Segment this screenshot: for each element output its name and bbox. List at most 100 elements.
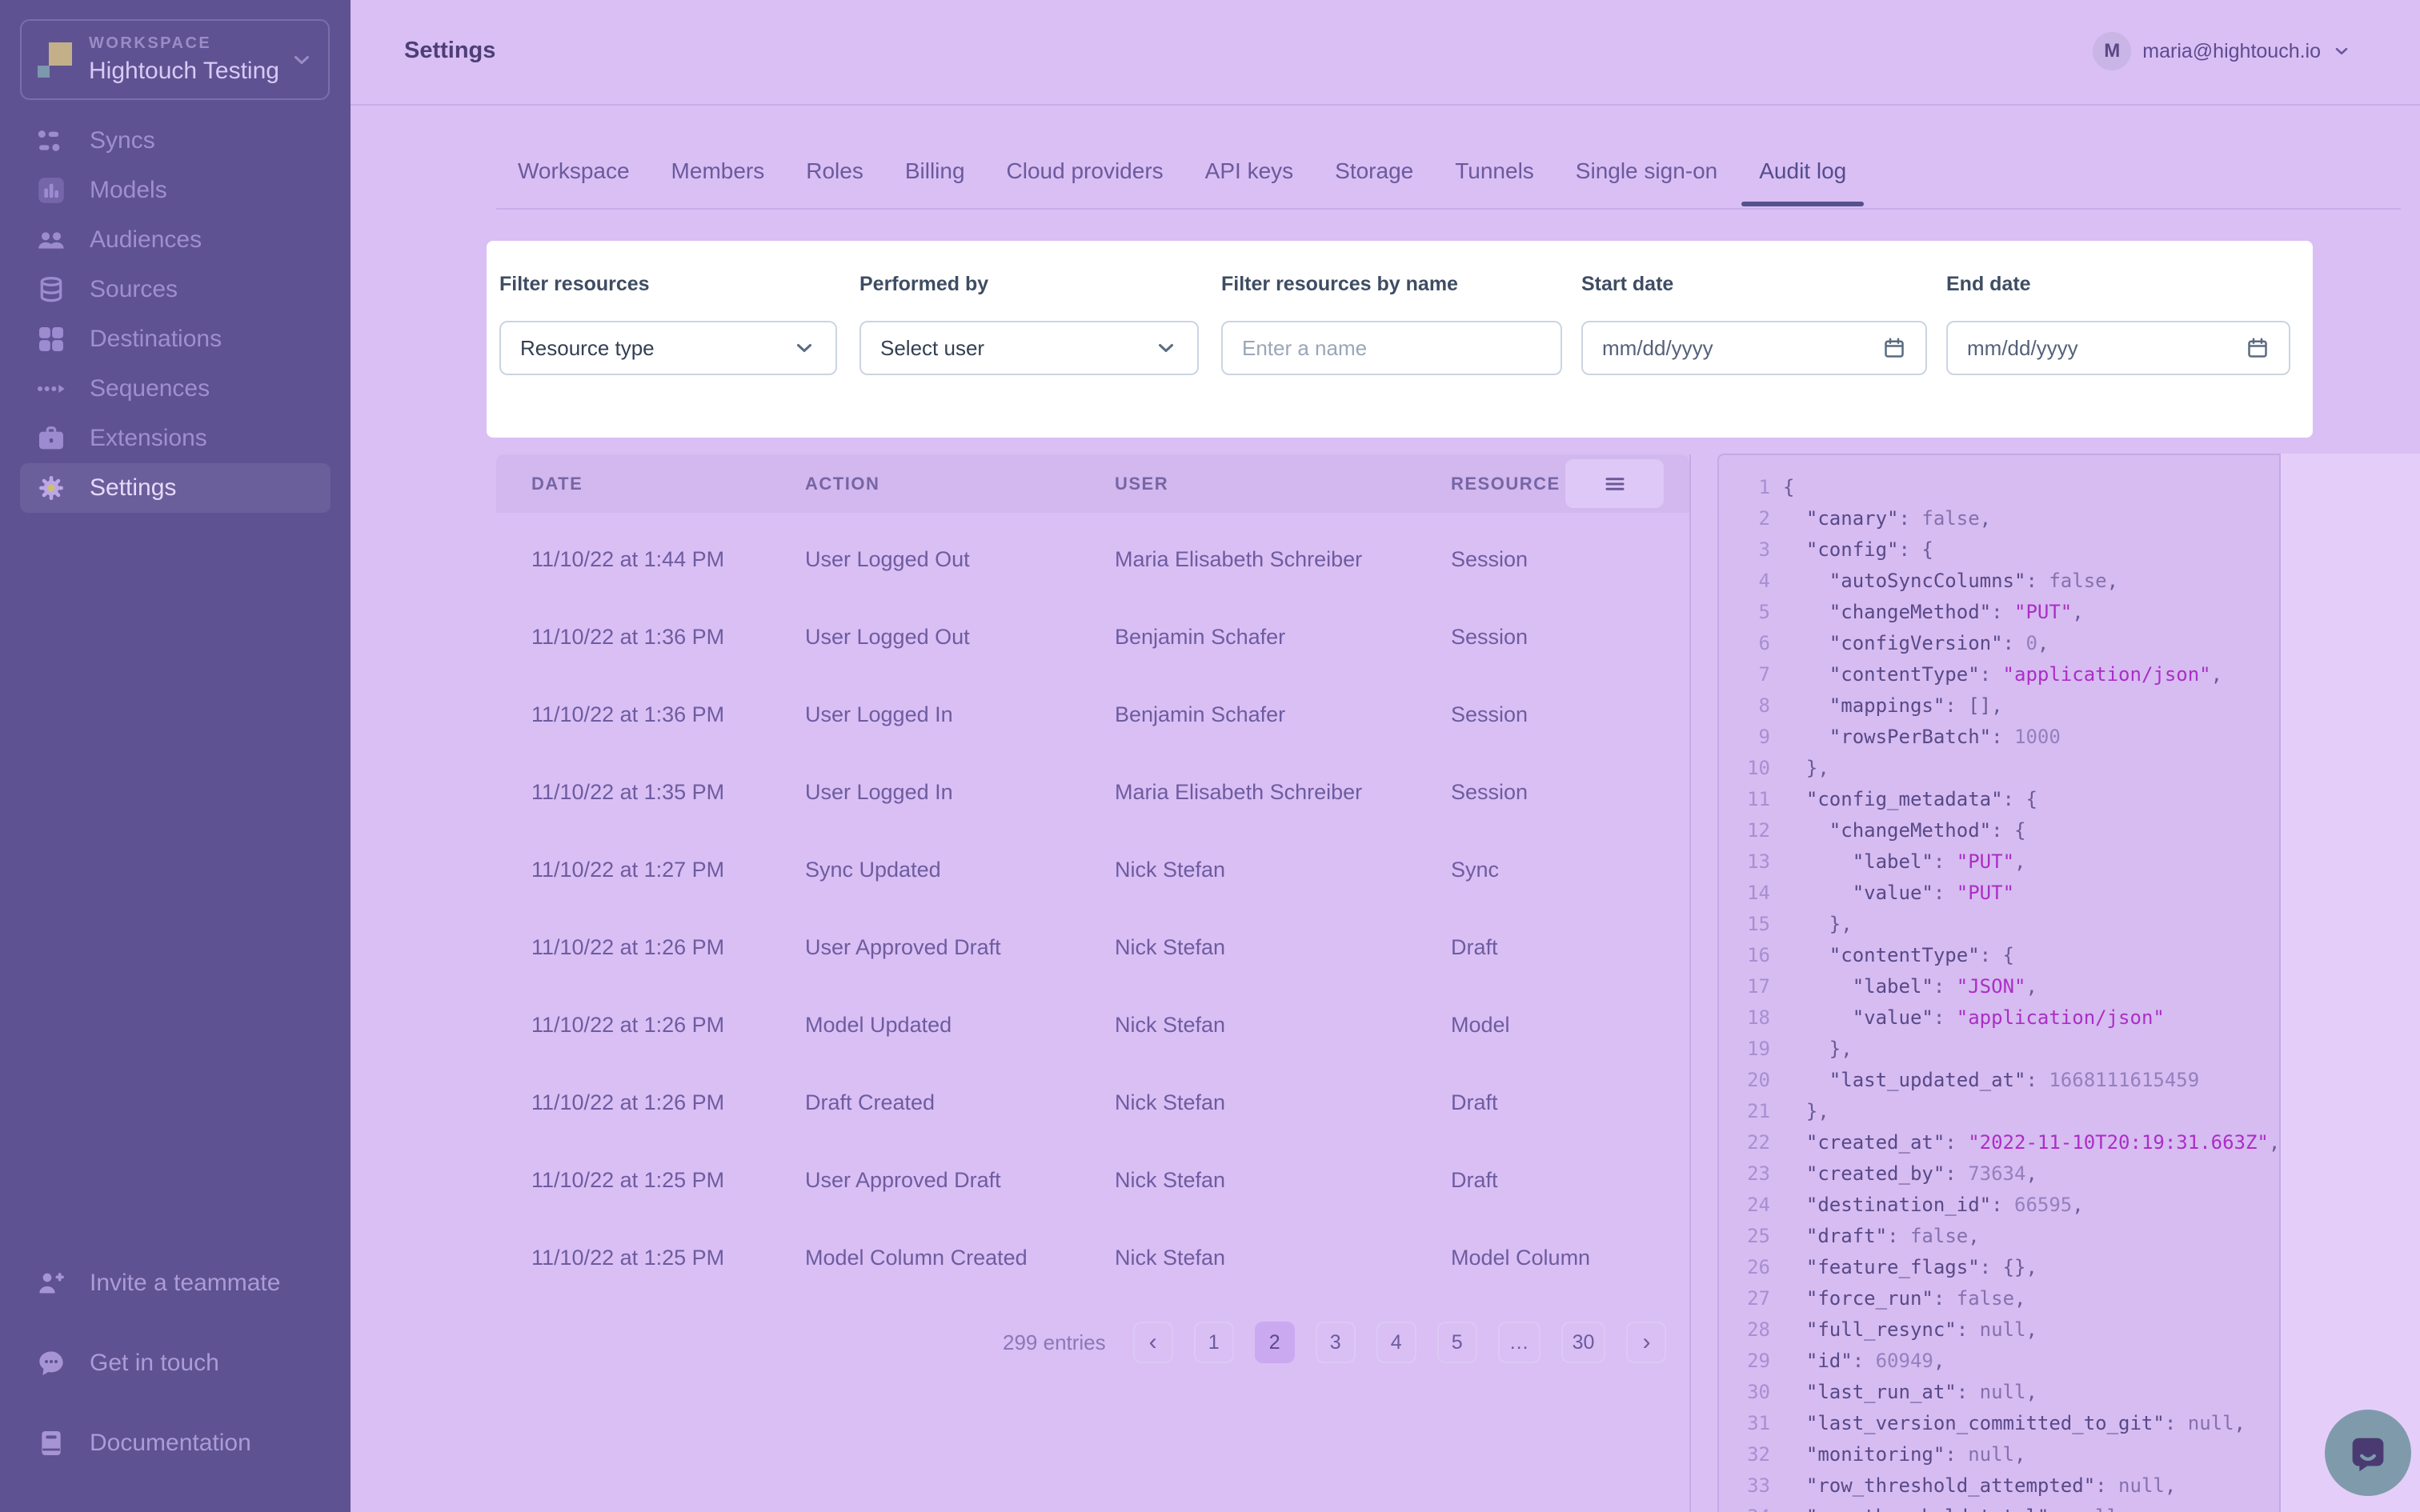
tab-roles[interactable]: Roles xyxy=(806,158,863,206)
tabs-divider xyxy=(496,208,2401,210)
table-cell: Session xyxy=(1451,547,1689,572)
table-row[interactable]: 11/10/22 at 1:25 PMModel Column CreatedN… xyxy=(496,1219,1689,1297)
page-button-3[interactable]: 3 xyxy=(1316,1322,1356,1363)
tab-cloud-providers[interactable]: Cloud providers xyxy=(1007,158,1164,206)
sidebar-item-settings[interactable]: Settings xyxy=(20,463,331,513)
table-cell: Model Column xyxy=(1451,1246,1689,1270)
workspace-switcher[interactable]: WORKSPACE Hightouch Testing xyxy=(20,19,330,100)
code-line: 12 "changeMethod": { xyxy=(1719,815,2279,846)
table-row[interactable]: 11/10/22 at 1:25 PMUser Approved DraftNi… xyxy=(496,1142,1689,1219)
page-button-4[interactable]: 4 xyxy=(1376,1322,1416,1363)
tab-workspace[interactable]: Workspace xyxy=(518,158,630,206)
filter-label: Start date xyxy=(1581,273,1673,296)
page-ellipsis-button[interactable]: … xyxy=(1498,1322,1541,1363)
tab-api-keys[interactable]: API keys xyxy=(1205,158,1293,206)
table-cell: 11/10/22 at 1:27 PM xyxy=(531,858,805,882)
table-columns-button[interactable] xyxy=(1565,459,1664,508)
table-row[interactable]: 11/10/22 at 1:35 PMUser Logged InMaria E… xyxy=(496,754,1689,831)
filter-label: Performed by xyxy=(859,273,988,296)
code-line: 25 "draft": false, xyxy=(1719,1221,2279,1252)
entries-count: 299 entries xyxy=(1003,1330,1106,1355)
filter-group: Performed by Select user xyxy=(859,241,1199,438)
next-page-button[interactable]: › xyxy=(1626,1322,1666,1363)
table-cell: User Logged Out xyxy=(805,547,1115,572)
table-cell: User Approved Draft xyxy=(805,935,1115,960)
table-row[interactable]: 11/10/22 at 1:27 PMSync UpdatedNick Stef… xyxy=(496,831,1689,909)
table-cell: Nick Stefan xyxy=(1115,1168,1451,1193)
sidebar-nav: SyncsModels Audiences Sources Destinations S… xyxy=(20,116,331,513)
avatar: M xyxy=(2093,32,2131,70)
chat-launcher-button[interactable] xyxy=(2325,1410,2411,1496)
table-cell: User Logged In xyxy=(805,702,1115,727)
table-cell: 11/10/22 at 1:44 PM xyxy=(531,547,805,572)
code-line: 10 }, xyxy=(1719,753,2279,784)
invite-teammate-icon xyxy=(35,1267,67,1299)
code-line: 28 "full_resync": null, xyxy=(1719,1314,2279,1346)
code-line: 3 "config": { xyxy=(1719,534,2279,566)
sidebar-item-extensions[interactable]: Extensions xyxy=(20,414,331,463)
tab-single-sign-on[interactable]: Single sign-on xyxy=(1576,158,1717,206)
user-email: maria@hightouch.io xyxy=(2142,40,2321,63)
sidebar-item-sources[interactable]: Sources xyxy=(20,265,331,314)
table-row[interactable]: 11/10/22 at 1:36 PMUser Logged InBenjami… xyxy=(496,676,1689,754)
page-button-5[interactable]: 5 xyxy=(1437,1322,1477,1363)
sidebar-item-syncs[interactable]: Syncs xyxy=(20,116,331,166)
resource-name-input[interactable]: Enter a name xyxy=(1221,321,1562,375)
sidebar-item-invite-a-teammate[interactable]: Invite a teammate xyxy=(20,1258,331,1308)
code-line: 30 "last_run_at": null, xyxy=(1719,1377,2279,1408)
code-line: 23 "created_by": 73634, xyxy=(1719,1158,2279,1190)
table-cell: Draft Created xyxy=(805,1090,1115,1115)
settings-gear-icon xyxy=(35,472,67,504)
sidebar-item-models[interactable]: Models xyxy=(20,166,331,215)
tab-storage[interactable]: Storage xyxy=(1335,158,1413,206)
page-button-1[interactable]: 1 xyxy=(1194,1322,1234,1363)
page-button-2[interactable]: 2 xyxy=(1255,1322,1295,1363)
end-date-input[interactable]: mm/dd/yyyy xyxy=(1946,321,2290,375)
table-cell: Session xyxy=(1451,625,1689,650)
sidebar-footer: Invite a teammate Get in touch Documentati… xyxy=(20,1258,331,1468)
table-row[interactable]: 11/10/22 at 1:26 PMModel UpdatedNick Ste… xyxy=(496,986,1689,1064)
resource-type-select[interactable]: Resource type xyxy=(499,321,837,375)
code-line: 21 }, xyxy=(1719,1096,2279,1127)
table-row[interactable]: 11/10/22 at 1:26 PMUser Approved DraftNi… xyxy=(496,909,1689,986)
tab-members[interactable]: Members xyxy=(671,158,765,206)
code-line: 34 "row_threshold_total": null, xyxy=(1719,1502,2279,1512)
previous-page-button[interactable]: ‹ xyxy=(1133,1322,1173,1363)
table-row[interactable]: 11/10/22 at 1:26 PMDraft CreatedNick Ste… xyxy=(496,1064,1689,1142)
chevron-down-icon xyxy=(792,336,816,360)
calendar-icon xyxy=(1882,336,1906,360)
sidebar-item-sequences[interactable]: Sequences xyxy=(20,364,331,414)
calendar-icon xyxy=(2246,336,2270,360)
sidebar-item-get-in-touch[interactable]: Get in touch xyxy=(20,1338,331,1388)
table-cell: Sync Updated xyxy=(805,858,1115,882)
table-cell: 11/10/22 at 1:26 PM xyxy=(531,935,805,960)
filter-group: Filter resources by name Enter a name xyxy=(1221,241,1562,438)
performed-by-select[interactable]: Select user xyxy=(859,321,1199,375)
code-line: 16 "contentType": { xyxy=(1719,940,2279,971)
table-cell: 11/10/22 at 1:25 PM xyxy=(531,1168,805,1193)
chevron-down-icon xyxy=(290,48,314,72)
sidebar-item-audiences[interactable]: Audiences xyxy=(20,215,331,265)
table-row[interactable]: 11/10/22 at 1:36 PMUser Logged OutBenjam… xyxy=(496,598,1689,676)
tab-billing[interactable]: Billing xyxy=(905,158,965,206)
sidebar-item-documentation[interactable]: Documentation xyxy=(20,1418,331,1468)
sidebar-item-label: Audiences xyxy=(90,226,202,254)
sidebar-item-label: Destinations xyxy=(90,326,222,353)
sidebar-item-label: Sources xyxy=(90,276,178,303)
table-cell: User Logged In xyxy=(805,780,1115,805)
start-date-input[interactable]: mm/dd/yyyy xyxy=(1581,321,1927,375)
column-header: DATE xyxy=(531,474,805,494)
user-menu[interactable]: M maria@hightouch.io xyxy=(2093,30,2351,72)
table-row[interactable]: 11/10/22 at 1:44 PMUser Logged OutMaria … xyxy=(496,521,1689,598)
tab-tunnels[interactable]: Tunnels xyxy=(1455,158,1534,206)
tab-audit-log[interactable]: Audit log xyxy=(1759,158,1846,206)
table-cell: 11/10/22 at 1:35 PM xyxy=(531,780,805,805)
sidebar-item-destinations[interactable]: Destinations xyxy=(20,314,331,364)
page-button-30[interactable]: 30 xyxy=(1561,1322,1606,1363)
table-cell: Model Updated xyxy=(805,1013,1115,1038)
code-line: 8 "mappings": [], xyxy=(1719,690,2279,722)
filter-label: Filter resources by name xyxy=(1221,273,1458,296)
code-line: 6 "configVersion": 0, xyxy=(1719,628,2279,659)
sequences-icon xyxy=(35,373,67,405)
code-line: 20 "last_updated_at": 1668111615459 xyxy=(1719,1065,2279,1096)
